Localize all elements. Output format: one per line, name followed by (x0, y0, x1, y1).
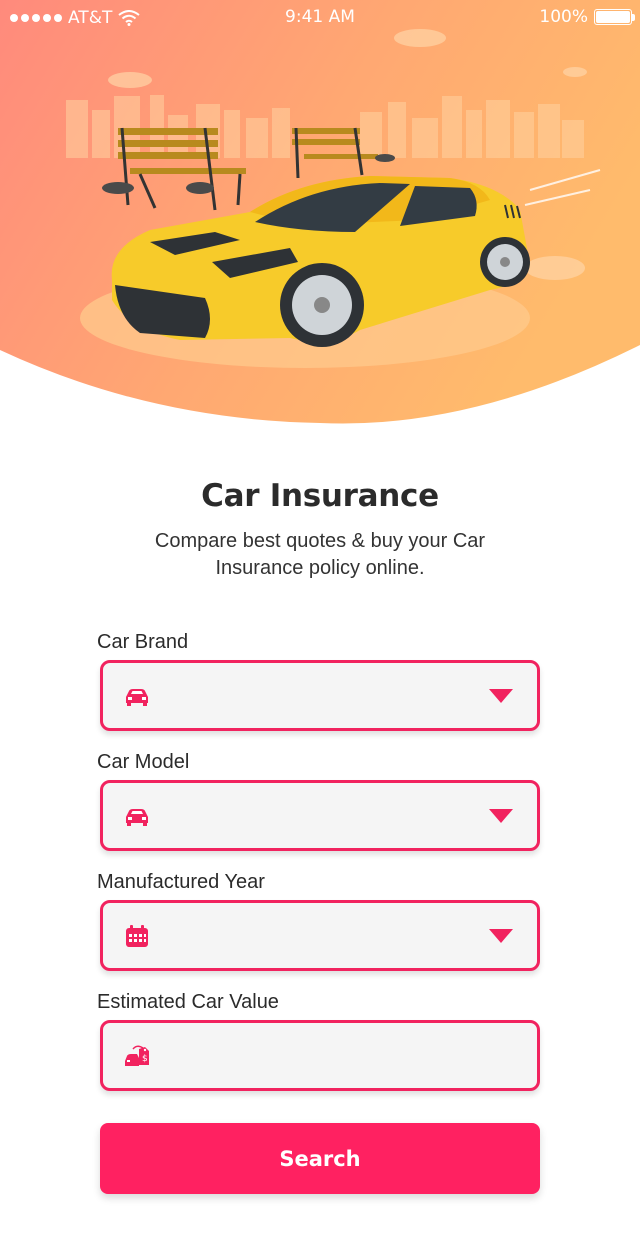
chevron-down-icon (489, 689, 513, 703)
hero-illustration (0, 0, 640, 430)
status-right: 100% (539, 7, 635, 27)
estimated-car-value-field[interactable]: $ (100, 1020, 540, 1091)
car-icon (126, 689, 148, 706)
car-model-label: Car Model (97, 751, 190, 773)
car-model-dropdown[interactable] (100, 780, 540, 851)
estimated-car-value-input[interactable] (167, 1023, 507, 1088)
page-subtitle: Compare best quotes & buy your Car Insur… (154, 530, 486, 579)
manufactured-year-dropdown[interactable] (100, 900, 540, 971)
chevron-down-icon (489, 809, 513, 823)
estimated-car-value-label: Estimated Car Value (97, 991, 279, 1013)
car-price-tag-icon: $ (125, 1045, 149, 1066)
car-brand-dropdown[interactable] (100, 660, 540, 731)
status-bar: AT&T 9:41 AM 100% (0, 0, 640, 36)
calendar-icon (126, 925, 148, 947)
car-brand-label: Car Brand (97, 631, 189, 653)
page-title: Car Insurance (201, 478, 439, 514)
battery-percent: 100% (539, 7, 588, 27)
chevron-down-icon (489, 929, 513, 943)
search-button[interactable]: Search (100, 1123, 540, 1194)
manufactured-year-label: Manufactured Year (97, 871, 265, 893)
battery-icon (594, 9, 635, 25)
car-icon (126, 809, 148, 826)
svg-text:$: $ (142, 1054, 148, 1064)
